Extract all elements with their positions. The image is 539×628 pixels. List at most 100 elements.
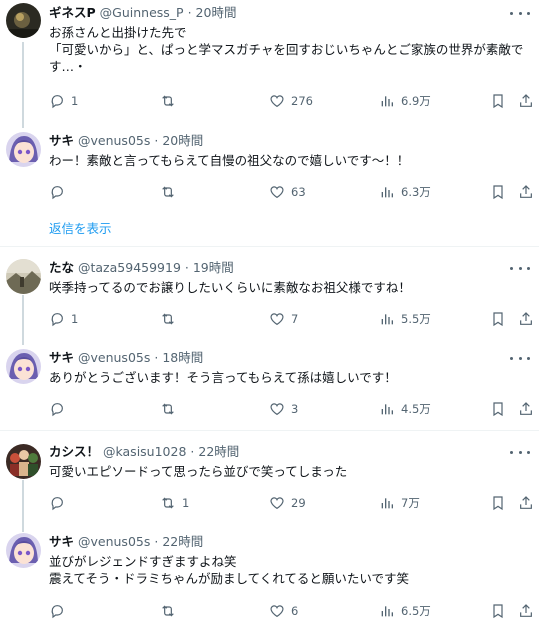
post-text: わー！素敵と言ってもらえて自慢の祖父なので嬉しいです～！！: [49, 153, 410, 168]
reply-icon: [51, 497, 63, 511]
avatar[interactable]: [6, 3, 41, 38]
views-button[interactable]: 4.5万: [379, 399, 431, 419]
post[interactable]: たな @taza59459919 · 19時間 咲季持ってるのでお譲りしたいくら…: [0, 257, 539, 337]
post[interactable]: サキ @venus05s · 18時間 ありがとうございます！そう言ってもらえて…: [0, 347, 539, 427]
avatar[interactable]: [6, 349, 41, 384]
reply-button[interactable]: [49, 399, 71, 419]
user-handle[interactable]: @taza59459919: [78, 260, 181, 275]
avatar[interactable]: [6, 444, 41, 479]
reply-icon: [51, 403, 63, 417]
view-count: 6.9万: [401, 94, 431, 108]
heart-icon: [270, 605, 284, 618]
reply-icon: [51, 95, 63, 109]
display-name[interactable]: カシス！: [49, 444, 99, 459]
user-handle[interactable]: @venus05s: [78, 350, 150, 365]
bookmark-button[interactable]: [490, 91, 506, 111]
like-button[interactable]: 7: [269, 309, 298, 329]
share-button[interactable]: [518, 309, 534, 329]
display-name[interactable]: サキ: [49, 133, 74, 148]
bookmark-button[interactable]: [490, 493, 506, 513]
share-button[interactable]: [518, 493, 534, 513]
like-button[interactable]: 63: [269, 182, 306, 202]
like-button[interactable]: 6: [269, 601, 298, 621]
retweet-button[interactable]: [160, 399, 182, 419]
views-chart-icon: [381, 498, 393, 509]
timestamp[interactable]: 22時間: [162, 534, 203, 549]
views-chart-icon: [381, 404, 393, 415]
post[interactable]: ギネスP @Guinness_P · 20時間 お孫さんと出掛けた先で 「可愛い…: [0, 0, 539, 120]
retweet-icon: [162, 95, 174, 107]
post-actions: 3 4.5万: [49, 399, 539, 419]
views-button[interactable]: 5.5万: [379, 309, 431, 329]
like-button[interactable]: 3: [269, 399, 298, 419]
views-button[interactable]: 6.5万: [379, 601, 431, 621]
separator-dot: ·: [154, 350, 159, 365]
avatar[interactable]: [6, 259, 41, 294]
views-button[interactable]: 6.9万: [379, 91, 431, 111]
share-button[interactable]: [518, 91, 534, 111]
bookmark-icon: [493, 185, 503, 200]
views-chart-icon: [381, 187, 393, 198]
reply-count: 1: [71, 94, 79, 108]
timestamp[interactable]: 19時間: [193, 260, 234, 275]
more-options-icon[interactable]: [510, 445, 530, 459]
views-button[interactable]: 7万: [379, 493, 420, 513]
timestamp[interactable]: 22時間: [198, 444, 239, 459]
display-name[interactable]: サキ: [49, 350, 74, 365]
display-name[interactable]: たな: [49, 260, 74, 275]
more-options-icon[interactable]: [510, 261, 530, 275]
retweet-button[interactable]: [160, 601, 182, 621]
bookmark-button[interactable]: [490, 601, 506, 621]
user-handle[interactable]: @Guinness_P: [100, 5, 184, 20]
reply-button[interactable]: 1: [49, 91, 78, 111]
post-actions: 1 29 7万: [49, 493, 539, 513]
user-handle[interactable]: @kasisu1028: [103, 444, 186, 459]
post[interactable]: カシス！ @kasisu1028 · 22時間 可愛いエピソードって思ったら並び…: [0, 441, 539, 521]
views-chart-icon: [381, 606, 393, 617]
timestamp[interactable]: 20時間: [162, 133, 203, 148]
more-options-icon[interactable]: [510, 351, 530, 365]
share-button[interactable]: [518, 182, 534, 202]
retweet-button[interactable]: [160, 91, 182, 111]
user-handle[interactable]: @venus05s: [78, 534, 150, 549]
share-button[interactable]: [518, 601, 534, 621]
retweet-icon: [162, 186, 174, 198]
retweet-button[interactable]: 1: [160, 493, 189, 513]
share-icon: [520, 496, 532, 509]
post[interactable]: サキ @venus05s · 22時間 並びがレジェンドすぎますよね笑 震えてそ…: [0, 531, 539, 628]
display-name[interactable]: ギネスP: [49, 5, 96, 20]
more-options-icon[interactable]: [510, 6, 530, 20]
view-count: 7万: [401, 496, 420, 510]
share-icon: [520, 402, 532, 415]
reply-button[interactable]: [49, 493, 71, 513]
separator-dot: ·: [190, 444, 195, 459]
share-icon: [520, 312, 532, 325]
share-button[interactable]: [518, 399, 534, 419]
bookmark-button[interactable]: [490, 309, 506, 329]
reply-button[interactable]: [49, 182, 71, 202]
reply-button[interactable]: [49, 601, 71, 621]
bookmark-icon: [493, 496, 503, 511]
avatar[interactable]: [6, 132, 41, 167]
retweet-button[interactable]: [160, 309, 182, 329]
timestamp[interactable]: 20時間: [196, 5, 237, 20]
reply-button[interactable]: 1: [49, 309, 78, 329]
like-count: 7: [291, 312, 299, 326]
share-icon: [520, 604, 532, 617]
bookmark-button[interactable]: [490, 182, 506, 202]
bookmark-icon: [493, 312, 503, 327]
show-replies-link[interactable]: 返信を表示: [49, 218, 112, 237]
heart-icon: [270, 186, 284, 199]
retweet-button[interactable]: [160, 182, 182, 202]
display-name[interactable]: サキ: [49, 534, 74, 549]
views-button[interactable]: 6.3万: [379, 182, 431, 202]
bookmark-button[interactable]: [490, 399, 506, 419]
user-handle[interactable]: @venus05s: [78, 133, 150, 148]
separator-dot: ·: [154, 133, 159, 148]
like-button[interactable]: 276: [269, 91, 313, 111]
retweet-icon: [162, 605, 174, 617]
avatar[interactable]: [6, 533, 41, 568]
like-button[interactable]: 29: [269, 493, 306, 513]
post-header: サキ @venus05s · 18時間: [49, 349, 203, 367]
timestamp[interactable]: 18時間: [162, 350, 203, 365]
